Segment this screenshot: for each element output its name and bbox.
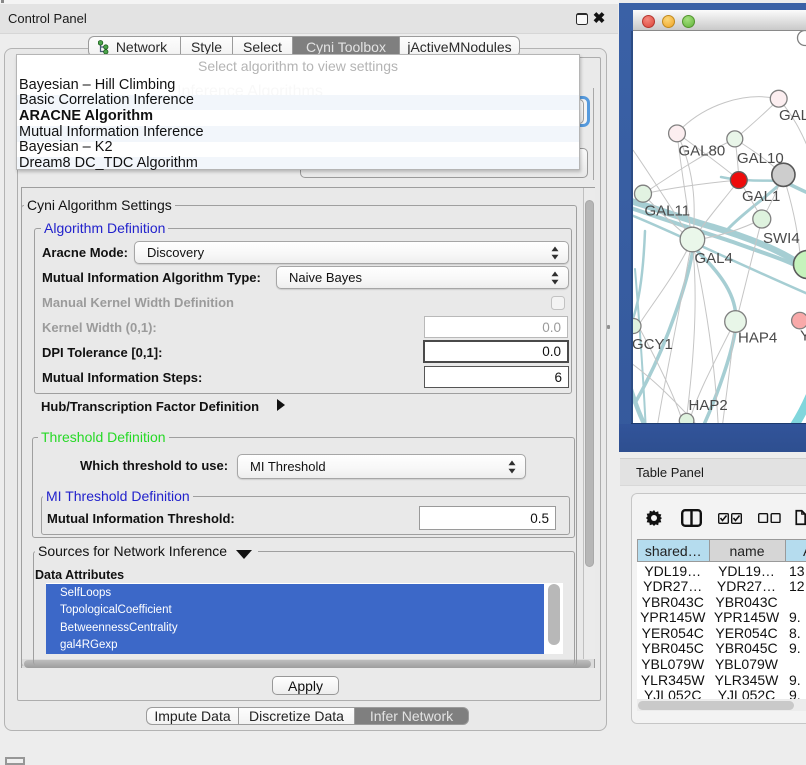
svg-text:GAL10: GAL10	[737, 150, 784, 167]
svg-text:GAL80: GAL80	[679, 143, 726, 160]
svg-text:Y: Y	[800, 328, 806, 345]
svg-text:SWI4: SWI4	[763, 230, 800, 247]
svg-text:GAL11: GAL11	[645, 203, 691, 220]
svg-text:HAP2: HAP2	[689, 397, 728, 414]
svg-text:GAL4: GAL4	[695, 250, 733, 267]
svg-text:HAP4: HAP4	[738, 330, 777, 347]
svg-text:GCY1: GCY1	[633, 336, 673, 353]
svg-text:GAL1: GAL1	[742, 188, 780, 205]
svg-text:GAL2: GAL2	[779, 107, 806, 124]
